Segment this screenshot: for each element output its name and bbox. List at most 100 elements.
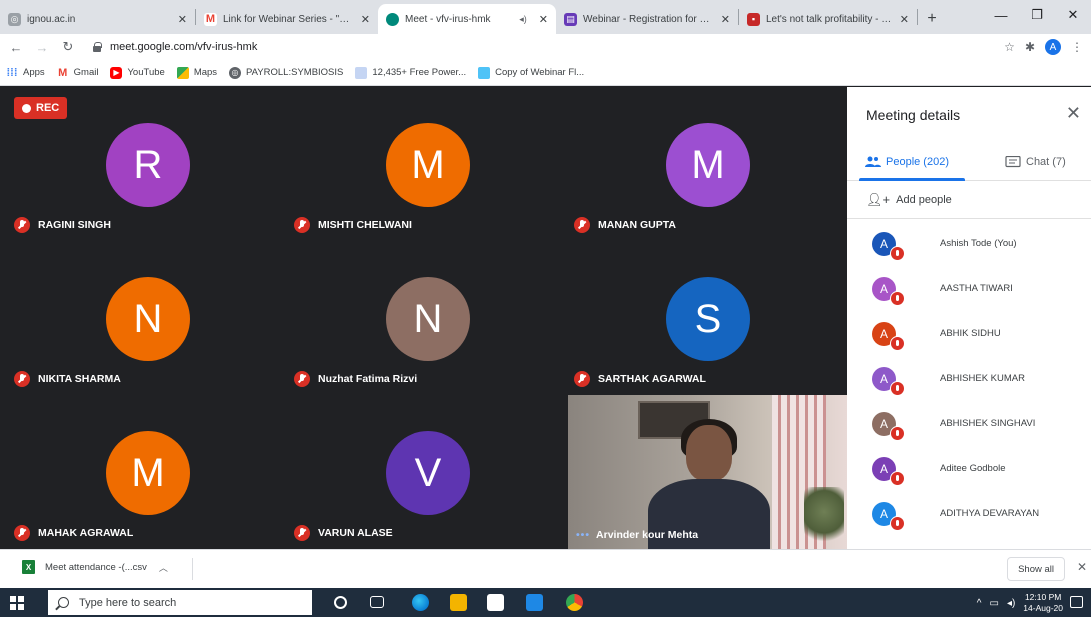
show-all-button[interactable]: Show all <box>1007 557 1065 581</box>
menu-kebab-icon[interactable]: ⋮ <box>1071 40 1083 54</box>
close-icon[interactable]: ✕ <box>1077 560 1087 574</box>
extensions-icon[interactable]: ✱ <box>1025 40 1035 54</box>
bookmark-apps[interactable]: ⁞⁞⁞ Apps <box>6 67 45 79</box>
gmail-icon: M <box>58 66 68 79</box>
tab-meet[interactable]: Meet - vfv-irus-hmk ◂) ✕ <box>378 4 556 34</box>
participant-name: MISHTI CHELWANI <box>318 219 412 231</box>
taskbar-search-input[interactable]: Type here to search <box>48 590 312 615</box>
participant-tile[interactable]: M MISHTI CHELWANI <box>288 87 568 241</box>
back-arrow-icon[interactable]: ← <box>6 40 26 55</box>
meet-video-grid: REC R RAGINI SINGH M MISHTI CHELWANI M M… <box>8 87 847 549</box>
edge-icon[interactable] <box>412 594 429 611</box>
windows-start-icon[interactable] <box>10 596 24 610</box>
mic-off-icon <box>574 371 590 387</box>
clock[interactable]: 12:10 PM 14-Aug-20 <box>1023 592 1063 614</box>
participant-nameplate: MISHTI CHELWANI <box>294 217 412 233</box>
minimize-icon[interactable]: — <box>983 0 1019 30</box>
participant-tile[interactable]: N NIKITA SHARMA <box>8 241 288 395</box>
close-icon[interactable]: ✕ <box>1066 103 1081 124</box>
close-icon[interactable]: ✕ <box>539 13 548 26</box>
list-item[interactable] <box>847 536 1091 549</box>
panel-tabs: People (202) Chat (7) <box>847 143 1091 181</box>
list-item[interactable]: A AASTHA TIWARI <box>847 266 1091 311</box>
participant-tile[interactable]: V VARUN ALASE <box>288 395 568 549</box>
participant-tile[interactable]: M MAHAK AGRAWAL <box>8 395 288 549</box>
tab-ignou[interactable]: ◎ ignou.ac.in ✕ <box>0 4 195 34</box>
participant-name: AASTHA TIWARI <box>940 283 1013 294</box>
url-text[interactable]: meet.google.com/vfv-irus-hmk <box>110 41 257 53</box>
participant-tile[interactable]: M MANAN GUPTA <box>568 87 848 241</box>
volume-icon[interactable]: ◂) <box>1007 598 1015 609</box>
participant-tile[interactable]: S SARTHAK AGARWAL <box>568 241 848 395</box>
close-window-icon[interactable]: ✕ <box>1055 0 1091 30</box>
browser-tab-strip: ◎ ignou.ac.in ✕ M Link for Webinar Serie… <box>0 0 1091 34</box>
bookmark-label: Maps <box>193 67 218 78</box>
cortana-icon[interactable] <box>334 596 347 609</box>
mail-icon[interactable] <box>526 594 543 611</box>
chrome-icon[interactable] <box>566 594 583 611</box>
list-item[interactable]: A ABHIK SIDHU <box>847 311 1091 356</box>
globe-icon: ◎ <box>8 12 21 26</box>
avatar: V <box>386 431 470 515</box>
audio-playing-icon[interactable]: ◂) <box>519 14 527 25</box>
globe-icon: ◎ <box>229 66 242 79</box>
close-icon[interactable]: ✕ <box>178 13 187 26</box>
bookmark-payroll[interactable]: ◎ PAYROLL:SYMBIOSIS <box>229 66 343 79</box>
address-bar[interactable]: meet.google.com/vfv-irus-hmk <box>86 37 1086 57</box>
tab-people[interactable]: People (202) <box>865 143 949 181</box>
mic-off-icon <box>14 371 30 387</box>
list-item[interactable]: A ADITHYA DEVARAYAN <box>847 491 1091 536</box>
add-people-label: Add people <box>896 193 952 206</box>
tab-title: Link for Webinar Series - "Can <box>223 13 355 25</box>
restore-icon[interactable]: ❐ <box>1019 0 1055 30</box>
tab-people-label: People (202) <box>886 156 949 168</box>
lock-icon[interactable] <box>92 42 102 52</box>
chevron-up-icon[interactable]: ︿ <box>159 561 168 574</box>
forward-arrow-icon[interactable]: → <box>32 40 52 55</box>
chevron-up-icon[interactable]: ^ <box>977 598 982 609</box>
file-explorer-icon[interactable] <box>450 594 467 611</box>
panel-title: Meeting details <box>866 107 961 123</box>
bookmark-youtube[interactable]: ▶ YouTube <box>110 66 165 79</box>
bookmark-free-power[interactable]: 12,435+ Free Power... <box>355 66 466 79</box>
notifications-icon[interactable] <box>1070 596 1083 608</box>
bookmark-maps[interactable]: Maps <box>176 66 218 79</box>
list-item[interactable]: A ABHISHEK SINGHAVI <box>847 401 1091 446</box>
participant-name: ADITHYA DEVARAYAN <box>940 508 1040 519</box>
list-item[interactable]: A ABHISHEK KUMAR <box>847 356 1091 401</box>
tab-profitability-video[interactable]: ▪ Let's not talk profitability - Ch ✕ <box>739 4 917 34</box>
new-tab-button[interactable]: + <box>918 4 946 34</box>
video-icon: ▪ <box>747 12 760 26</box>
participant-tile[interactable]: N Nuzhat Fatima Rizvi <box>288 241 568 395</box>
close-icon[interactable]: ✕ <box>721 13 730 26</box>
mic-off-icon <box>14 525 30 541</box>
tab-forms-registration[interactable]: ▤ Webinar - Registration for Gue ✕ <box>556 4 738 34</box>
bookmark-webinar-flyer[interactable]: Copy of Webinar Fl... <box>478 66 584 79</box>
participant-name: MANAN GUPTA <box>598 219 676 231</box>
participant-nameplate: RAGINI SINGH <box>14 217 111 233</box>
participant-name: VARUN ALASE <box>318 527 393 539</box>
mic-off-icon <box>574 217 590 233</box>
profile-avatar[interactable]: A <box>1045 39 1061 55</box>
network-icon[interactable]: ▭ <box>989 598 998 609</box>
download-item[interactable]: X Meet attendance -(...csv ︿ <box>22 560 168 574</box>
add-people-button[interactable]: 👤︎+ Add people <box>847 181 1091 219</box>
presenter-video-tile[interactable]: ••• Arvinder kour Mehta <box>568 395 847 549</box>
list-item[interactable]: A Aditee Godbole <box>847 446 1091 491</box>
bookmark-star-icon[interactable]: ☆ <box>1004 40 1015 54</box>
store-icon[interactable] <box>487 594 504 611</box>
participant-tile[interactable]: R RAGINI SINGH <box>8 87 288 241</box>
list-item[interactable]: A Ashish Tode (You) <box>847 221 1091 266</box>
task-view-icon[interactable] <box>370 596 384 608</box>
avatar: M <box>386 123 470 207</box>
tab-chat[interactable]: Chat (7) <box>1005 143 1066 181</box>
participant-nameplate: MAHAK AGRAWAL <box>14 525 133 541</box>
screen: ◎ ignou.ac.in ✕ M Link for Webinar Serie… <box>0 0 1091 617</box>
reload-icon[interactable]: ↻ <box>58 39 78 55</box>
close-icon[interactable]: ✕ <box>900 13 909 26</box>
bookmark-gmail[interactable]: M Gmail <box>57 66 98 79</box>
tab-gmail-webinar[interactable]: M Link for Webinar Series - "Can ✕ <box>196 4 378 34</box>
presenter-face <box>686 425 732 481</box>
avatar: N <box>106 277 190 361</box>
close-icon[interactable]: ✕ <box>361 13 370 26</box>
